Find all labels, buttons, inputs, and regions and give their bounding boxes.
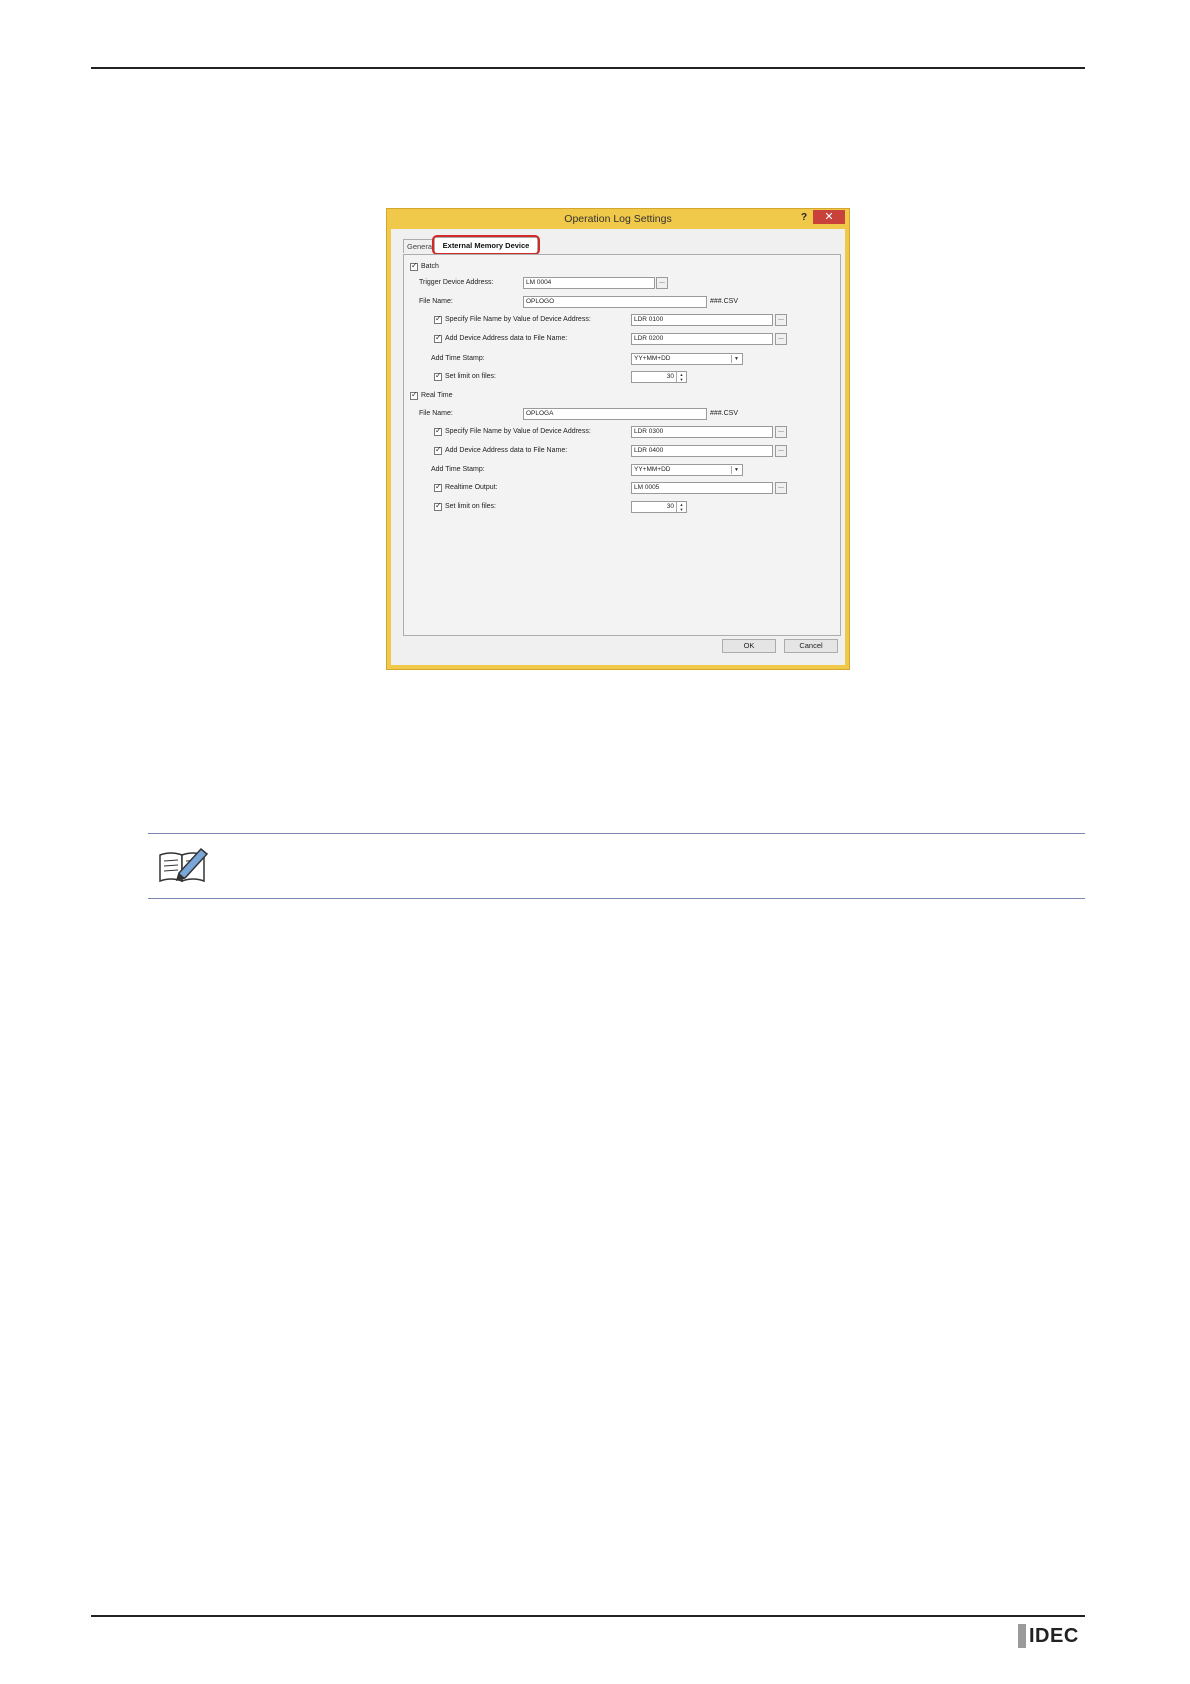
realtime-output-label: Realtime Output: [445, 484, 498, 491]
batch-checkbox[interactable] [410, 261, 418, 271]
external-memory-panel: Batch Trigger Device Address: LM 0004 ..… [403, 254, 841, 636]
real-time-checkbox[interactable] [410, 390, 418, 400]
chevron-down-icon[interactable]: ▼ [731, 355, 741, 363]
cancel-button[interactable]: Cancel [784, 639, 838, 653]
realtime-add-device-address-label: Add Device Address data to File Name: [445, 447, 568, 454]
batch-time-stamp-select[interactable]: YY+MM+DD ▼ [631, 353, 743, 365]
real-time-label: Real Time [421, 392, 453, 399]
realtime-time-stamp-value: YY+MM+DD [634, 466, 671, 473]
logo-bar [1018, 1624, 1026, 1648]
note-bottom-rule [148, 898, 1085, 899]
batch-file-extension: ###.CSV [710, 298, 739, 305]
trigger-device-address-input[interactable]: LM 0004 [523, 277, 655, 289]
footer-rule [91, 1615, 1085, 1617]
batch-label: Batch [421, 263, 439, 270]
chevron-down-icon[interactable]: ▼ [731, 466, 741, 474]
realtime-specify-file-name-checkbox[interactable] [434, 426, 442, 436]
realtime-set-limit-stepper[interactable]: 30 ▲ ▼ [631, 501, 687, 513]
batch-set-limit-value: 30 [666, 373, 674, 380]
batch-add-browse-button[interactable]: ... [775, 333, 787, 345]
ok-button[interactable]: OK [722, 639, 776, 653]
batch-set-limit-stepper[interactable]: 30 ▲ ▼ [631, 371, 687, 383]
realtime-file-extension: ###.CSV [710, 410, 739, 417]
realtime-set-limit-value: 30 [666, 503, 674, 510]
tab-highlight-frame [432, 235, 540, 255]
realtime-set-limit-label: Set limit on files: [445, 503, 496, 510]
batch-set-limit-label: Set limit on files: [445, 373, 496, 380]
batch-specify-browse-button[interactable]: ... [775, 314, 787, 326]
header-rule [91, 67, 1085, 69]
realtime-specify-file-name-label: Specify File Name by Value of Device Add… [445, 428, 591, 435]
realtime-output-browse-button[interactable]: ... [775, 482, 787, 494]
batch-add-device-address-label: Add Device Address data to File Name: [445, 335, 568, 342]
help-button[interactable]: ? [797, 211, 811, 225]
dialog-client: General External Memory Device Batch Tri… [391, 229, 845, 665]
title-bar[interactable]: Operation Log Settings ? ✕ [387, 209, 849, 229]
batch-file-name-input[interactable]: OPLOGO [523, 296, 707, 308]
logo-text: IDEC [1029, 1625, 1079, 1647]
realtime-specify-file-name-input[interactable]: LDR 0300 [631, 426, 773, 438]
realtime-time-stamp-select[interactable]: YY+MM+DD ▼ [631, 464, 743, 476]
batch-file-name-label: File Name: [419, 298, 453, 305]
realtime-time-stamp-label: Add Time Stamp: [431, 466, 485, 473]
note-pencil-icon [157, 843, 209, 885]
batch-set-limit-checkbox[interactable] [434, 371, 442, 381]
trigger-browse-button[interactable]: ... [656, 277, 668, 289]
batch-time-stamp-label: Add Time Stamp: [431, 355, 485, 362]
batch-specify-file-name-input[interactable]: LDR 0100 [631, 314, 773, 326]
realtime-specify-browse-button[interactable]: ... [775, 426, 787, 438]
realtime-file-name-label: File Name: [419, 410, 453, 417]
realtime-add-browse-button[interactable]: ... [775, 445, 787, 457]
batch-specify-file-name-checkbox[interactable] [434, 314, 442, 324]
realtime-set-limit-checkbox[interactable] [434, 501, 442, 511]
tab-general[interactable]: General [403, 239, 435, 253]
realtime-add-device-address-input[interactable]: LDR 0400 [631, 445, 773, 457]
batch-add-device-address-checkbox[interactable] [434, 333, 442, 343]
dialog-title: Operation Log Settings [564, 213, 672, 225]
spin-arrows-icon[interactable]: ▲ ▼ [676, 502, 686, 512]
batch-add-device-address-input[interactable]: LDR 0200 [631, 333, 773, 345]
realtime-add-device-address-checkbox[interactable] [434, 445, 442, 455]
realtime-output-checkbox[interactable] [434, 482, 442, 492]
batch-specify-file-name-label: Specify File Name by Value of Device Add… [445, 316, 591, 323]
note-top-rule [148, 833, 1085, 834]
batch-time-stamp-value: YY+MM+DD [634, 355, 671, 362]
close-button[interactable]: ✕ [813, 210, 845, 224]
trigger-device-address-label: Trigger Device Address: [419, 279, 494, 286]
operation-log-settings-dialog: Operation Log Settings ? ✕ General Exter… [386, 208, 850, 670]
realtime-file-name-input[interactable]: OPLOGA [523, 408, 707, 420]
spin-arrows-icon[interactable]: ▲ ▼ [676, 372, 686, 382]
realtime-output-input[interactable]: LM 0005 [631, 482, 773, 494]
